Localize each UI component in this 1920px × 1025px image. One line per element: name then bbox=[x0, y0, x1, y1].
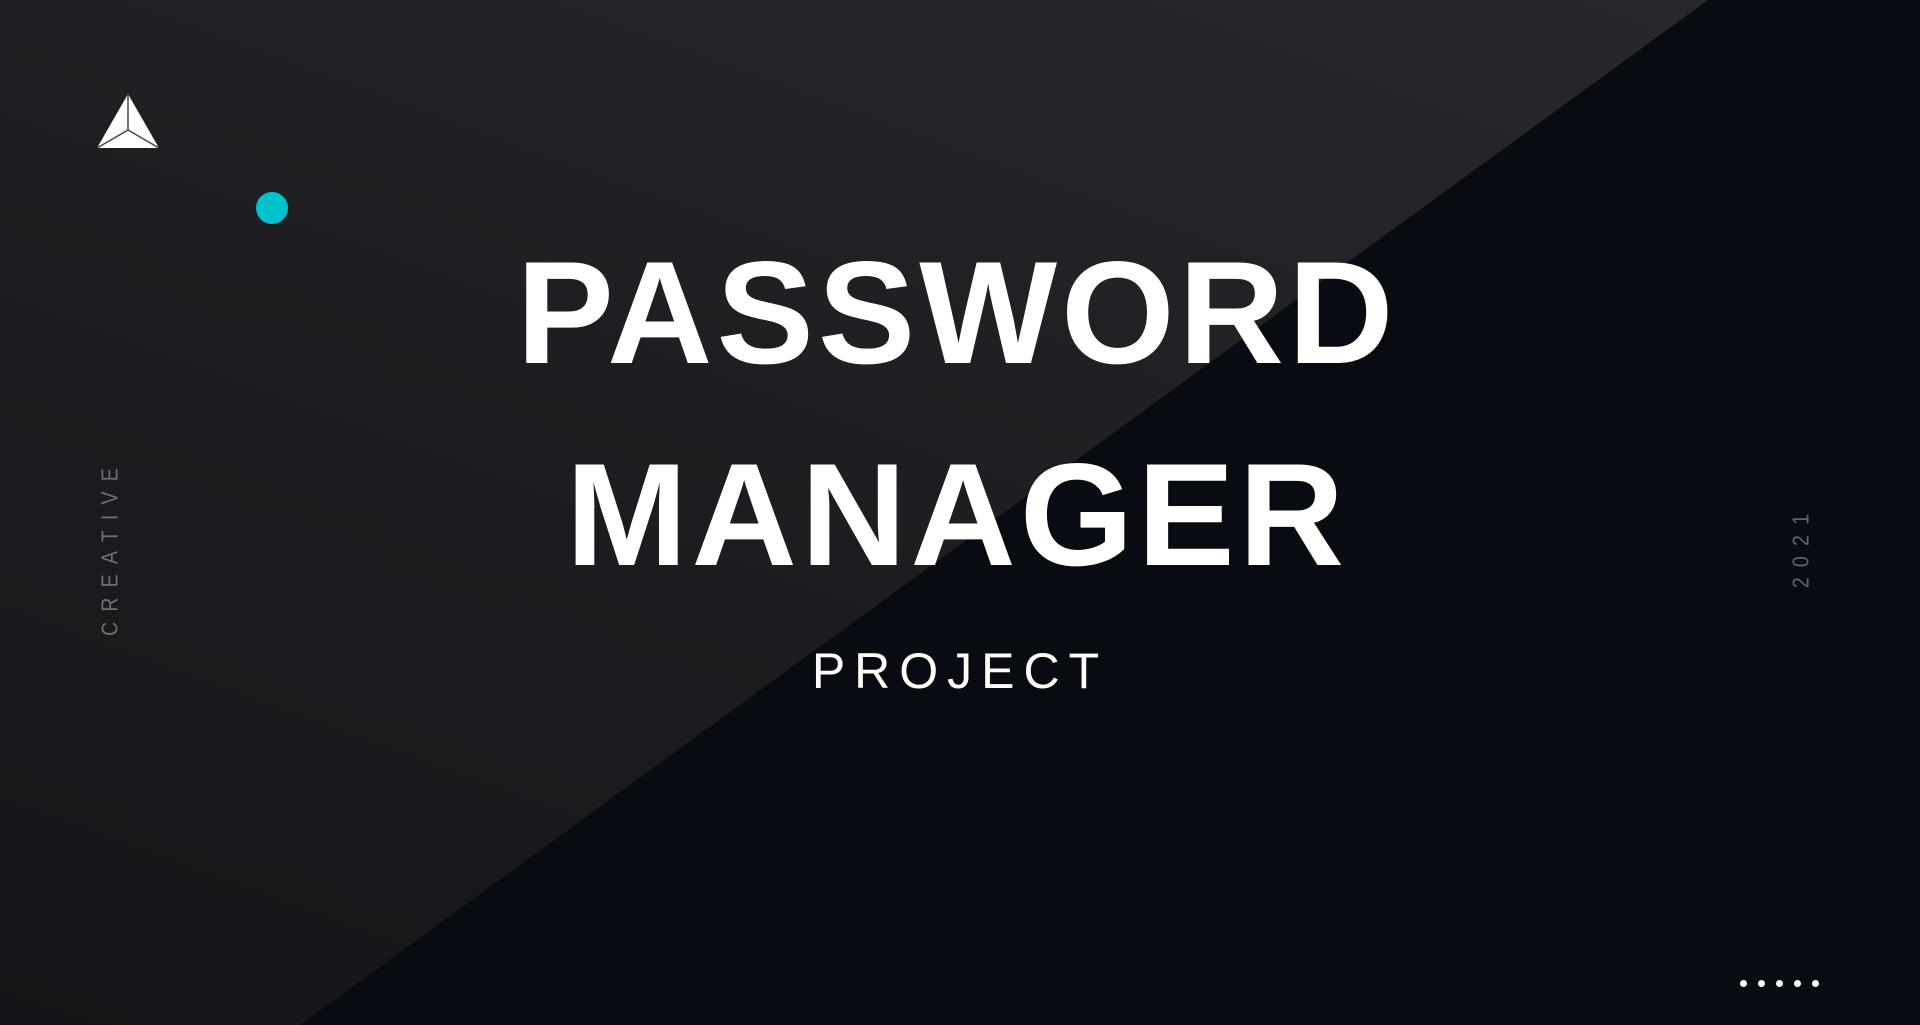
accent-dot bbox=[256, 192, 288, 224]
pager-dot[interactable] bbox=[1740, 980, 1747, 987]
pager-dot[interactable] bbox=[1812, 980, 1819, 987]
pager-dots bbox=[1740, 980, 1819, 987]
pager-dot[interactable] bbox=[1758, 980, 1765, 987]
side-label-year: 2021 bbox=[1787, 503, 1814, 589]
title-line-1: PASSWORD bbox=[516, 231, 1398, 394]
title-line-2: MANAGER bbox=[565, 433, 1349, 596]
pyramid-logo-icon bbox=[96, 94, 160, 149]
side-label-creative: CREATIVE bbox=[96, 458, 123, 636]
subtitle: PROJECT bbox=[811, 643, 1109, 699]
pager-dot[interactable] bbox=[1776, 980, 1783, 987]
pager-dot[interactable] bbox=[1794, 980, 1801, 987]
